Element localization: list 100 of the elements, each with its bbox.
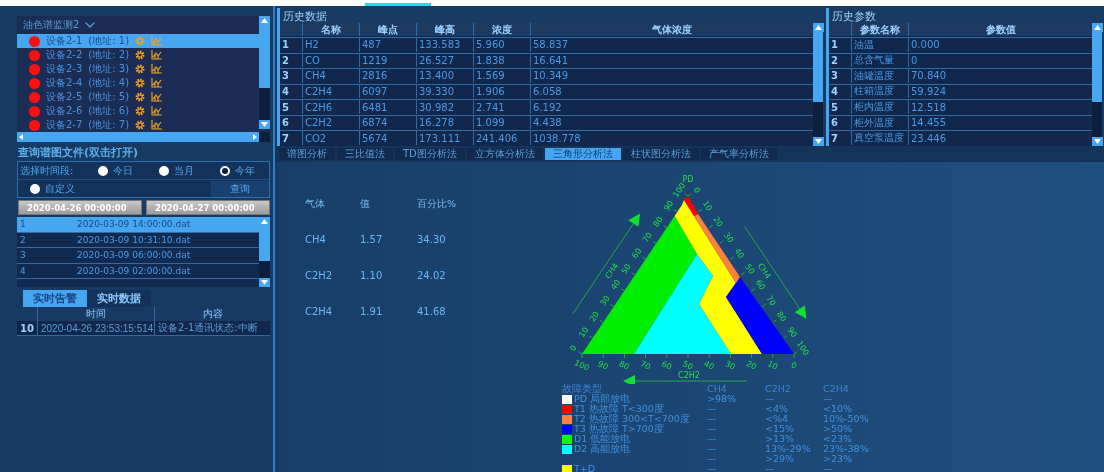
column-header: 名称 [302, 23, 359, 36]
table-cell-text: >50% [823, 424, 854, 434]
tick-label: 70 [764, 294, 778, 308]
gear-icon[interactable] [135, 50, 146, 60]
scroll-thumb[interactable] [1092, 32, 1102, 102]
device-item[interactable]: 设备2-6 (地址: 6) [17, 104, 259, 118]
legend-label: D2 高能放电 [574, 444, 631, 454]
scrollbar[interactable] [259, 217, 270, 287]
table-cell: 12.518 [908, 99, 1092, 114]
status-dot-icon [29, 119, 40, 131]
chart-icon[interactable] [151, 106, 163, 116]
chart-icon[interactable] [151, 78, 163, 88]
radio-icon[interactable] [159, 165, 169, 176]
table-cell-text: 10%-50% [823, 414, 870, 424]
chart-icon[interactable] [151, 92, 163, 102]
scroll-down-icon[interactable] [813, 137, 824, 146]
table-cell-text: C2H4 [305, 306, 334, 319]
scroll-thumb[interactable] [813, 32, 823, 102]
row-number: 7 [280, 130, 302, 145]
scroll-right-icon[interactable] [250, 132, 259, 142]
tick-label: 10 [766, 359, 780, 372]
chart-icon[interactable] [151, 120, 163, 130]
tab[interactable]: 实时数据 [87, 290, 151, 307]
axis-label: PD [682, 175, 694, 184]
table-cell: 58.837 [530, 37, 813, 52]
tick-label: 50 [743, 262, 757, 276]
scrollbar[interactable] [813, 23, 823, 146]
scroll-up-icon[interactable] [813, 23, 824, 32]
table-cell-text: <10% [823, 404, 854, 414]
scroll-up-icon[interactable] [1092, 23, 1103, 32]
chevron-icon[interactable] [85, 22, 96, 28]
device-item[interactable]: 设备2-5 (地址: 5) [17, 90, 259, 104]
table-cell-text: — [823, 394, 834, 404]
table-cell-text: <%4 [765, 414, 790, 424]
table-cell: C2H4 [302, 83, 359, 99]
file-row[interactable]: 1 2020-03-09 14:00:00.dat [17, 217, 259, 233]
table-cell: 487 [359, 37, 416, 52]
table-cell: CO2 [302, 130, 359, 145]
device-item[interactable]: 设备2-2 (地址: 2) [17, 48, 259, 62]
table-cell: 4.438 [530, 114, 813, 130]
tick-label: 80 [651, 215, 665, 229]
scroll-up-icon[interactable] [259, 217, 270, 226]
row-number: 3 [829, 68, 851, 83]
active-indicator [365, 3, 431, 6]
radio-option[interactable]: 当月 [147, 163, 208, 178]
table-cell: 1.906 [473, 83, 530, 99]
column-header: 百分比% [417, 198, 458, 211]
tab[interactable]: 三角形分析法 [544, 148, 621, 160]
scrollbar[interactable] [1092, 23, 1102, 146]
scroll-down-icon[interactable] [1092, 137, 1103, 146]
tab[interactable]: TD图分析法 [395, 148, 465, 160]
table-cell: 油温 [851, 37, 908, 52]
tick-label: 60 [660, 359, 674, 372]
device-item[interactable]: 设备2-7 (地址: 7) [17, 118, 259, 132]
scrollbar[interactable] [259, 16, 270, 129]
table-cell: 2020-04-26 23:53:15:514 [37, 321, 154, 335]
scroll-down-icon[interactable] [259, 278, 270, 287]
column-header: 参数名称 [851, 23, 908, 36]
tab[interactable]: 谱图分析 [279, 148, 335, 160]
tick-label: 100 [572, 358, 591, 373]
table-cell-text: 34.30 [417, 234, 447, 247]
gear-icon[interactable] [135, 78, 146, 88]
tab[interactable]: 实时告警 [23, 290, 87, 307]
tab[interactable]: 柱状图分析法 [622, 148, 699, 160]
axis-label: C2H2 [678, 371, 700, 380]
table-cell-text: <15% [765, 424, 796, 434]
scroll-thumb[interactable] [259, 226, 270, 261]
scroll-down-icon[interactable] [259, 120, 270, 129]
table-cell: 133.583 [416, 37, 473, 52]
radio-icon[interactable] [30, 183, 40, 194]
radio-icon[interactable] [220, 165, 230, 176]
column-header: 峰点 [359, 23, 416, 36]
scroll-up-icon[interactable] [259, 16, 270, 25]
file-row[interactable]: 4 2020-03-09 02:00:00.dat [17, 263, 259, 279]
tab[interactable]: 立方体分析法 [466, 148, 543, 160]
gear-icon[interactable] [135, 106, 146, 116]
gear-icon[interactable] [135, 64, 146, 74]
row-number: 2 [829, 52, 851, 68]
row-number: 3 [280, 68, 302, 83]
scroll-left-icon[interactable] [17, 132, 26, 142]
chart-icon[interactable] [151, 64, 163, 74]
radio-option[interactable]: 今日 [86, 163, 147, 178]
file-row[interactable]: 3 2020-03-09 06:00:00.dat [17, 248, 259, 264]
file-row[interactable]: 2 2020-03-09 10:31:10.dat [17, 232, 259, 248]
gear-icon[interactable] [135, 92, 146, 102]
table-cell: 6874 [359, 114, 416, 130]
device-item[interactable]: 设备2-3 (地址: 3) [17, 62, 259, 76]
tick-label: 80 [774, 309, 789, 324]
tab[interactable]: 产气率分析法 [700, 148, 777, 160]
device-item[interactable]: 设备2-4 (地址: 4) [17, 76, 259, 90]
table-cell: 39.330 [416, 83, 473, 99]
radio-icon[interactable] [98, 165, 108, 176]
table-cell-text: 23%-38% [823, 444, 870, 454]
gear-icon[interactable] [135, 120, 146, 130]
radio-option[interactable]: 自定义 [18, 181, 211, 196]
query-button[interactable]: 查询 [211, 180, 269, 197]
radio-option[interactable]: 今年 [208, 163, 269, 178]
tab[interactable]: 三比值法 [337, 148, 393, 160]
chart-icon[interactable] [151, 50, 163, 60]
scroll-thumb[interactable] [259, 25, 270, 89]
